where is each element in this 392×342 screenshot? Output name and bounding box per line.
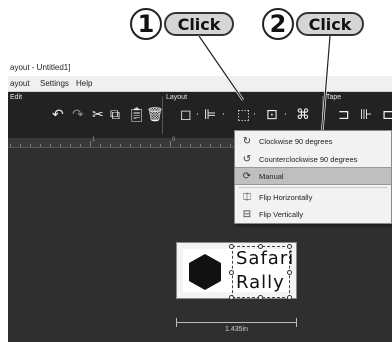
selection-handle[interactable] xyxy=(229,244,234,249)
menu-separator xyxy=(239,187,387,188)
selection-handle[interactable] xyxy=(287,295,292,300)
selection-handle[interactable] xyxy=(258,295,263,300)
menu-item-label: Flip Vertically xyxy=(259,210,304,219)
label-width-indicator xyxy=(176,322,297,323)
flip-horizontal-icon: ⎅ xyxy=(243,192,251,203)
selection-handle[interactable] xyxy=(287,270,292,275)
rotate-dropdown-menu: ↻ Clockwise 90 degrees ↺ Counterclockwis… xyxy=(234,130,392,224)
menu-item-flip-vertically[interactable]: ⊟ Flip Vertically xyxy=(235,206,391,224)
label-width-value: 1.435in xyxy=(225,326,248,333)
menu-item-label: Flip Horizontally xyxy=(259,193,313,202)
menu-item-label: Manual xyxy=(259,172,284,181)
rotate-counterclockwise-icon: ↺ xyxy=(242,154,252,165)
menu-item-clockwise-90[interactable]: ↻ Clockwise 90 degrees xyxy=(235,133,391,151)
rotate-clockwise-icon: ↻ xyxy=(242,136,252,147)
selection-handle[interactable] xyxy=(229,270,234,275)
menu-item-manual[interactable]: ⟳ Manual xyxy=(235,167,391,185)
selection-handle[interactable] xyxy=(229,295,234,300)
label-text-line2: Rally xyxy=(236,272,285,293)
menu-item-flip-horizontally[interactable]: ⎅ Flip Horizontally xyxy=(235,189,391,207)
label-text-line1: Safari xyxy=(236,248,295,269)
flip-vertical-icon: ⊟ xyxy=(242,209,252,220)
manual-rotate-icon: ⟳ xyxy=(242,171,252,182)
menu-item-label: Clockwise 90 degrees xyxy=(259,137,333,146)
hexagon-icon[interactable] xyxy=(186,252,224,292)
pointer-1-line xyxy=(198,35,244,101)
